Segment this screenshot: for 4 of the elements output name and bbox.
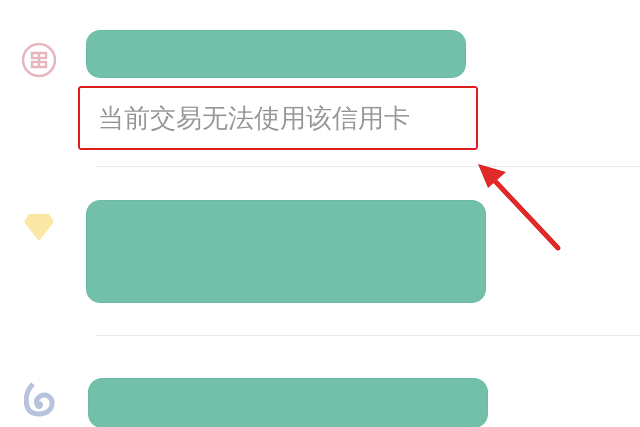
diamond-icon: [23, 212, 55, 242]
error-message: 当前交易无法使用该信用卡: [78, 86, 478, 150]
bank-icon: [21, 42, 57, 78]
bank-logo-icon: [23, 382, 55, 418]
